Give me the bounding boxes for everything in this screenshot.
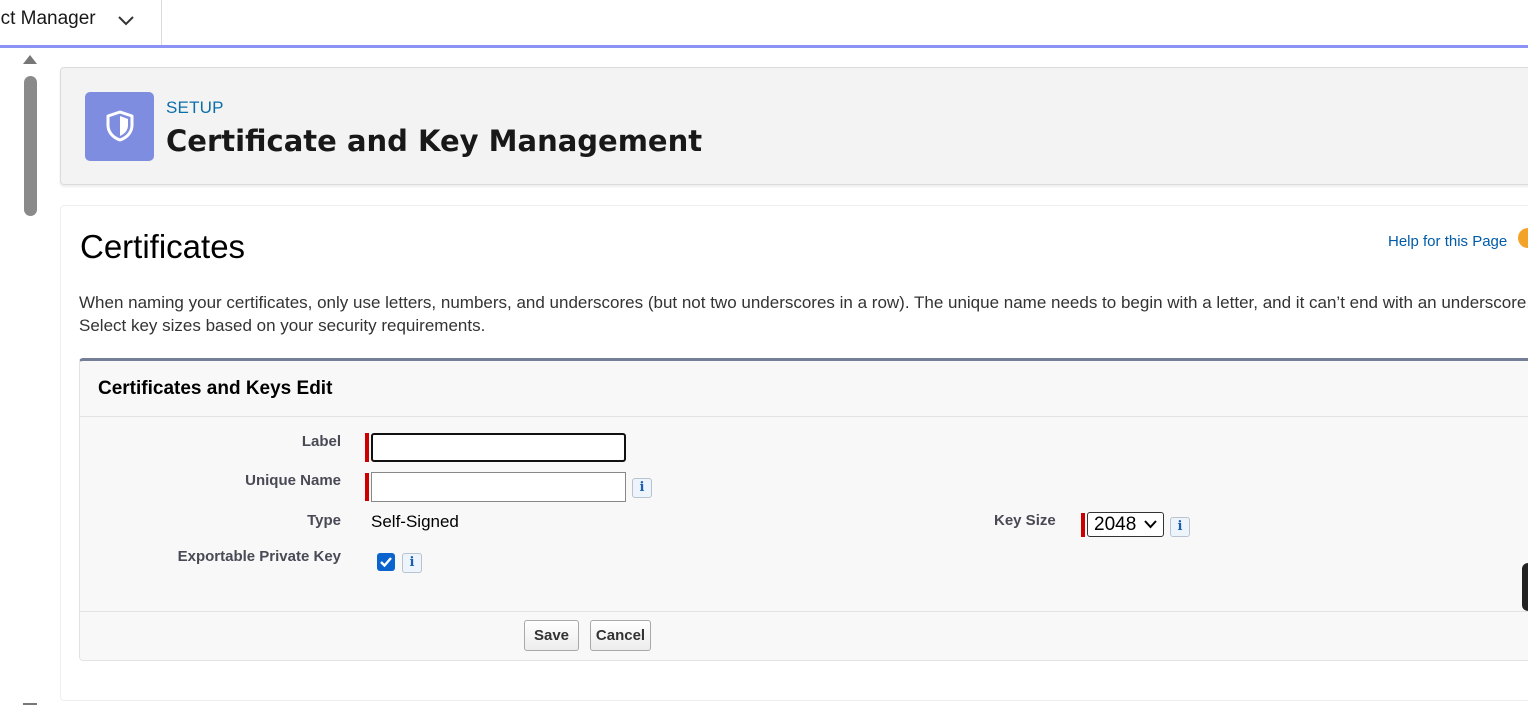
top-nav-bar: ect Manager: [0, 0, 1528, 45]
app-switcher[interactable]: ect Manager: [0, 0, 162, 45]
divider: [80, 611, 1528, 612]
info-icon[interactable]: i: [632, 478, 652, 498]
scrollbar-thumb[interactable]: [24, 76, 37, 216]
chevron-down-icon: [1144, 520, 1157, 529]
info-icon[interactable]: i: [402, 553, 422, 573]
type-value: Self-Signed: [371, 512, 459, 531]
checkmark-icon: [380, 557, 392, 568]
scroll-down-arrow-icon[interactable]: [23, 703, 37, 705]
page-title: Certificate and Key Management: [166, 124, 703, 158]
breadcrumb-setup: SETUP: [166, 98, 224, 117]
app-name: ect Manager: [0, 8, 96, 29]
required-marker: [365, 473, 369, 501]
divider: [80, 416, 1528, 417]
side-panel-handle[interactable]: [1522, 563, 1528, 611]
label-field-label: Label: [301, 433, 341, 450]
key-size-field-label: Key Size: [994, 512, 1056, 529]
section-title: Certificates: [80, 228, 246, 265]
chevron-down-icon[interactable]: [116, 11, 136, 31]
unique-name-input[interactable]: [371, 472, 626, 502]
required-marker: [365, 433, 369, 462]
cancel-button[interactable]: Cancel: [590, 620, 651, 651]
shield-icon: [106, 110, 134, 142]
exportable-key-field-label: Exportable Private Key: [177, 548, 341, 565]
type-field-label: Type: [307, 512, 341, 529]
label-input[interactable]: [371, 433, 626, 462]
page-header: SETUP Certificate and Key Management: [60, 67, 1528, 185]
help-link[interactable]: Help for this Page: [1388, 233, 1507, 250]
header-icon-tile: [85, 92, 154, 161]
info-icon[interactable]: i: [1170, 517, 1190, 537]
key-size-value: 2048: [1094, 514, 1137, 535]
unique-name-field-label: Unique Name: [245, 472, 341, 489]
intro-text: When naming your certificates, only use …: [79, 293, 1528, 335]
save-button[interactable]: Save: [524, 620, 579, 651]
edit-block: [79, 358, 1528, 661]
required-marker: [1081, 513, 1085, 537]
key-size-select[interactable]: 2048: [1087, 512, 1164, 537]
edit-block-title: Certificates and Keys Edit: [98, 378, 333, 399]
scroll-up-arrow-icon[interactable]: [23, 55, 37, 64]
exportable-key-checkbox[interactable]: [377, 553, 395, 571]
